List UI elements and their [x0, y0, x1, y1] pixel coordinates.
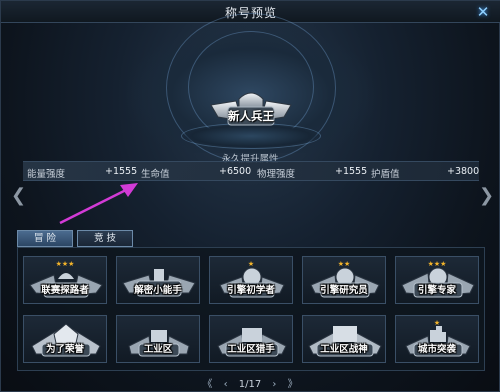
- stat-value-physical: +1555: [335, 166, 368, 177]
- close-icon[interactable]: ✕: [471, 3, 495, 21]
- last-page-button[interactable]: 》: [288, 375, 298, 390]
- title-label: 工业区: [143, 344, 173, 355]
- badge-preview-stage: 新人兵王: [126, 13, 376, 163]
- stat-value-energy: +1555: [105, 166, 138, 177]
- prev-title-arrow-icon[interactable]: ❮: [11, 187, 26, 205]
- stats-row: 能量强度 +1555 生命值 +6500 物理强度 +1555 护盾值 +380…: [23, 161, 479, 181]
- prev-page-button[interactable]: ‹: [224, 379, 228, 390]
- title-label: 解密小能手: [134, 285, 182, 296]
- title-label: 城市突袭: [417, 344, 456, 355]
- stat-name-physical: 物理强度: [257, 169, 296, 180]
- tab-arena[interactable]: 竞 技: [77, 230, 133, 247]
- next-title-arrow-icon[interactable]: ❯: [479, 187, 494, 205]
- title-card[interactable]: 工业区: [116, 315, 200, 363]
- annotation-arrow-icon: [59, 183, 138, 225]
- tab-adventure[interactable]: 冒 险: [17, 230, 73, 247]
- stat-name-hp: 生命值: [141, 169, 170, 180]
- next-page-button[interactable]: ›: [272, 379, 276, 390]
- title-card[interactable]: ★★ 引擎研究员: [302, 256, 386, 304]
- stat-name-shield: 护盾值: [371, 169, 400, 180]
- title-label: 工业区猎手: [227, 344, 275, 355]
- title-label: 引擎研究员: [320, 285, 368, 296]
- stat-value-hp: +6500: [219, 166, 252, 177]
- title-label: 为了荣誉: [45, 344, 84, 355]
- title-card[interactable]: 工业区战神: [302, 315, 386, 363]
- page-indicator: 1/17: [238, 379, 262, 390]
- pagination: 《 ‹ 1/17 › 》: [1, 375, 499, 390]
- title-card[interactable]: 工业区猎手: [209, 315, 293, 363]
- title-card[interactable]: ★ 引擎初学者: [209, 256, 293, 304]
- preview-badge-label: 新人兵王: [228, 109, 274, 123]
- title-card[interactable]: ★★★ 联赛探路者: [23, 256, 107, 304]
- stat-value-shield: +3800: [447, 166, 480, 177]
- title-label: 引擎专家: [417, 285, 456, 296]
- title-card[interactable]: 解密小能手: [116, 256, 200, 304]
- title-preview-window: 称号预览 ✕ 新人兵王 永久提升属性 能量强度 +1555 生命值 +6500 …: [0, 0, 500, 392]
- title-label: 工业区战神: [320, 344, 368, 355]
- title-label: 联赛探路者: [41, 285, 89, 296]
- title-card[interactable]: 为了荣誉: [23, 315, 107, 363]
- title-card[interactable]: ★★★ 引擎专家: [395, 256, 479, 304]
- stat-name-energy: 能量强度: [27, 169, 66, 180]
- title-label: 引擎初学者: [227, 285, 275, 296]
- title-card[interactable]: ★ 城市突袭: [395, 315, 479, 363]
- first-page-button[interactable]: 《: [202, 375, 212, 390]
- preview-badge: 新人兵王: [206, 85, 296, 133]
